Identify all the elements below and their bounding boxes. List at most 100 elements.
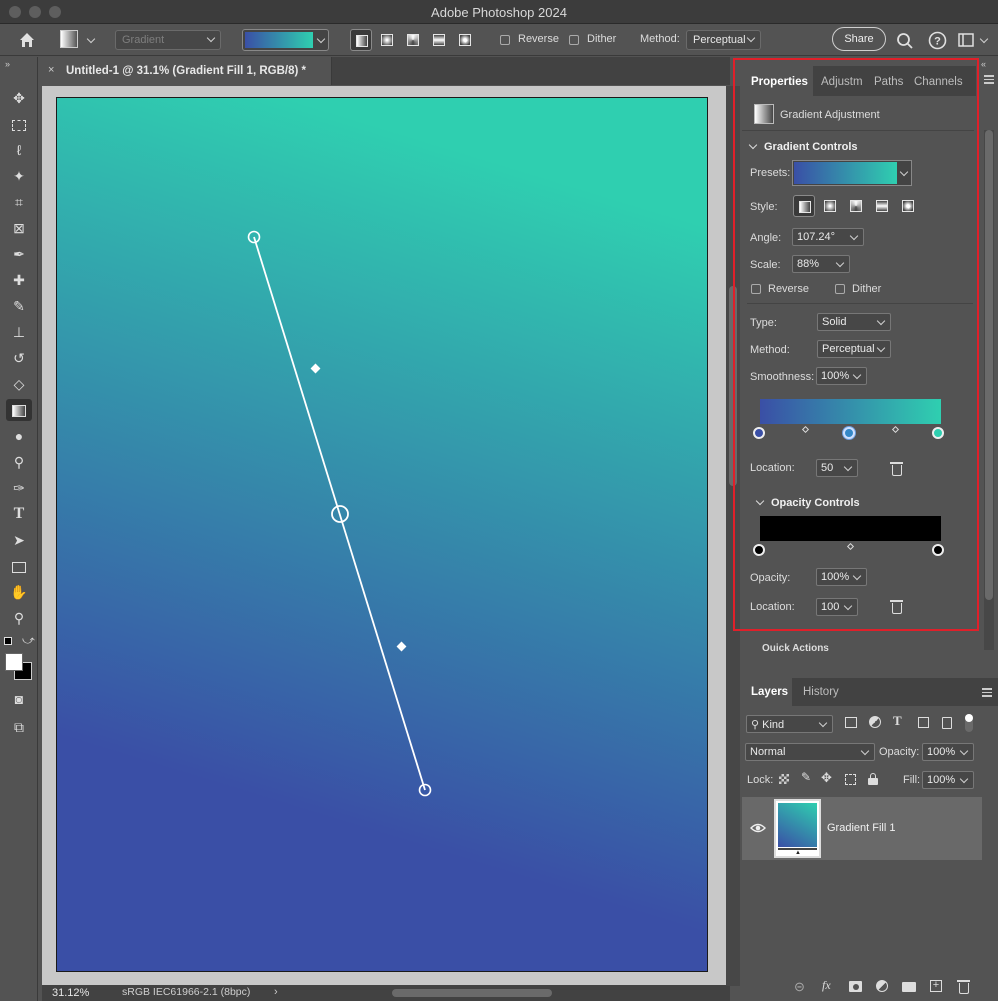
add-mask-icon[interactable] <box>849 981 862 992</box>
history-brush-tool-icon[interactable]: ↺ <box>6 347 32 369</box>
color-profile[interactable]: sRGB IEC61966-2.1 (8bpc) <box>122 986 250 998</box>
filter-pixel-icon[interactable] <box>845 717 857 728</box>
workspace-icon[interactable] <box>958 33 974 47</box>
foreground-color-swatch[interactable] <box>5 653 23 671</box>
chevron-right-icon[interactable]: › <box>274 986 278 998</box>
gradient-midpoint-diamond[interactable] <box>396 641 407 652</box>
linear-gradient-button[interactable] <box>350 29 372 51</box>
new-adjustment-layer-icon[interactable] <box>876 980 888 992</box>
angle-gradient-button[interactable] <box>402 29 424 51</box>
marquee-tool-icon[interactable] <box>6 113 32 135</box>
horizontal-scrollbar[interactable] <box>392 989 552 997</box>
collapse-panels-icon[interactable]: « <box>981 59 986 69</box>
method-dropdown[interactable]: Perceptual <box>686 30 761 50</box>
tool-preset-icon[interactable] <box>60 30 78 48</box>
gradient-tool-icon[interactable] <box>6 399 32 421</box>
magic-wand-tool-icon[interactable]: ✦ <box>6 165 32 187</box>
type-tool-icon[interactable]: T <box>6 503 32 525</box>
chevron-down-icon[interactable] <box>86 34 96 44</box>
radial-gradient-icon <box>381 34 393 46</box>
lock-artboard-icon[interactable] <box>845 774 856 785</box>
lock-position-icon[interactable]: ✥ <box>821 770 832 786</box>
linear-gradient-icon <box>356 35 368 47</box>
lock-transparent-icon[interactable] <box>779 774 789 784</box>
layer-effects-icon[interactable]: fx <box>822 978 831 993</box>
svg-text:?: ? <box>934 36 941 48</box>
default-colors-icon[interactable] <box>4 637 12 645</box>
gradient-preview-dropdown[interactable] <box>242 29 329 51</box>
filter-adjustment-icon[interactable] <box>869 716 881 728</box>
dither-label: Dither <box>587 33 617 45</box>
hand-tool-icon[interactable]: ✋ <box>6 581 32 603</box>
screen-mode-icon[interactable]: ⧉ <box>6 716 32 738</box>
frame-tool-icon[interactable]: ⊠ <box>6 217 32 239</box>
delete-layer-icon[interactable] <box>957 980 970 994</box>
pen-tool-icon[interactable]: ✑ <box>6 477 32 499</box>
stamp-tool-icon[interactable]: ⊥ <box>6 321 32 343</box>
status-bar: 31.12% sRGB IEC61966-2.1 (8bpc) › <box>42 985 730 1001</box>
blend-mode-dropdown[interactable]: Normal <box>745 743 875 761</box>
layer-filter-dropdown[interactable]: ⚲ Kind <box>746 715 833 733</box>
move-tool-icon[interactable]: ✥ <box>6 87 32 109</box>
dodge-tool-icon[interactable]: ⚲ <box>6 451 32 473</box>
lock-all-icon[interactable] <box>868 773 878 785</box>
reflected-gradient-icon <box>433 34 445 46</box>
link-layers-icon[interactable]: ⊝ <box>794 979 805 995</box>
collapse-toolbar-icon[interactable]: » <box>5 59 10 69</box>
tab-history[interactable]: History <box>803 686 839 698</box>
zoom-level[interactable]: 31.12% <box>52 987 89 999</box>
quick-actions-section[interactable]: Quick Actions <box>742 643 977 651</box>
filter-type-icon[interactable]: T <box>893 713 902 729</box>
rectangle-tool-icon[interactable] <box>6 555 32 577</box>
lock-pixels-icon[interactable]: ✎ <box>801 770 811 784</box>
search-icon[interactable] <box>896 32 914 50</box>
eraser-tool-icon[interactable]: ◇ <box>6 373 32 395</box>
crop-tool-icon[interactable]: ⌗ <box>6 191 32 213</box>
diamond-gradient-button[interactable] <box>454 29 476 51</box>
filter-toggle[interactable] <box>965 714 973 732</box>
filter-shape-icon[interactable] <box>918 717 929 728</box>
layer-opacity-label: Opacity: <box>879 746 920 758</box>
highlight-box <box>733 58 979 631</box>
reflected-gradient-button[interactable] <box>428 29 450 51</box>
swap-colors-icon[interactable]: ⤻ <box>22 633 35 648</box>
chevron-down-icon[interactable] <box>979 34 989 44</box>
radial-gradient-button[interactable] <box>376 29 398 51</box>
fill-field[interactable]: 100% <box>922 771 974 789</box>
healing-brush-tool-icon[interactable]: ✚ <box>6 269 32 291</box>
options-bar: Gradient Reverse Dither Method: Perceptu… <box>0 24 998 56</box>
document-tab-title: Untitled-1 @ 31.1% (Gradient Fill 1, RGB… <box>66 65 306 77</box>
layer-thumbnail[interactable]: ▲ <box>774 799 821 858</box>
new-layer-icon[interactable]: + <box>930 980 942 992</box>
new-group-icon[interactable] <box>902 982 916 992</box>
tab-layers[interactable]: Layers <box>751 686 788 698</box>
zoom-tool-icon[interactable]: ⚲ <box>6 607 32 629</box>
tools-panel: » ✥ ℓ ✦ ⌗ ⊠ ✒ ✚ ✎ ⊥ ↺ ◇ ● ⚲ ✑ T ➤ ✋ ⚲ ⤻ … <box>0 57 38 1001</box>
gradient-swatch <box>245 32 313 48</box>
reverse-checkbox[interactable] <box>500 35 510 45</box>
eye-icon[interactable] <box>750 822 766 834</box>
brush-tool-icon[interactable]: ✎ <box>6 295 32 317</box>
layer-name[interactable]: Gradient Fill 1 <box>827 822 895 834</box>
gradient-preset-field[interactable]: Gradient <box>115 30 221 50</box>
properties-scrollbar[interactable] <box>984 130 994 650</box>
gradient-overlay <box>247 230 432 797</box>
share-button[interactable]: Share <box>832 27 886 51</box>
close-tab-icon[interactable]: × <box>48 64 54 76</box>
layers-menu-icon[interactable] <box>982 688 992 698</box>
document-tab[interactable]: × Untitled-1 @ 31.1% (Gradient Fill 1, R… <box>42 57 332 85</box>
quick-mask-icon[interactable]: ◙ <box>6 688 32 710</box>
layer-opacity-field[interactable]: 100% <box>922 743 974 761</box>
home-icon[interactable] <box>18 31 36 49</box>
lasso-tool-icon[interactable]: ℓ <box>6 139 32 161</box>
panel-menu-icon[interactable] <box>984 75 994 85</box>
blur-tool-icon[interactable]: ● <box>6 425 32 447</box>
lock-label: Lock: <box>747 774 774 786</box>
filter-smart-object-icon[interactable] <box>942 717 952 729</box>
dither-checkbox[interactable] <box>569 35 579 45</box>
path-selection-tool-icon[interactable]: ➤ <box>6 529 32 551</box>
help-icon[interactable]: ? <box>928 31 947 50</box>
eyedropper-tool-icon[interactable]: ✒ <box>6 243 32 265</box>
gradient-midpoint-diamond[interactable] <box>310 363 321 374</box>
layer-row[interactable]: ▲ Gradient Fill 1 <box>742 797 982 860</box>
